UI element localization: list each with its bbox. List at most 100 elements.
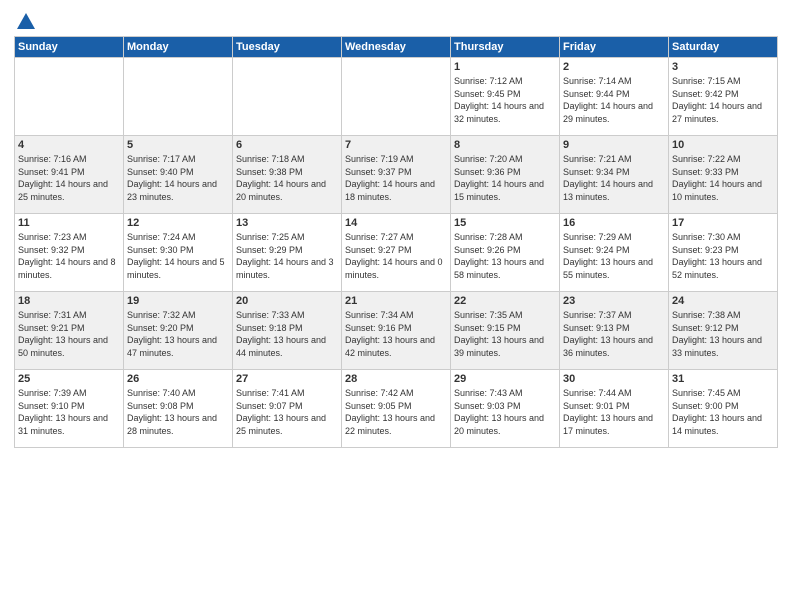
- header: [14, 10, 778, 28]
- sunset-label: Sunset: 9:27 PM: [345, 245, 412, 255]
- calendar-cell: 3 Sunrise: 7:15 AM Sunset: 9:42 PM Dayli…: [669, 58, 778, 136]
- calendar-cell: 22 Sunrise: 7:35 AM Sunset: 9:15 PM Dayl…: [451, 292, 560, 370]
- sunset-label: Sunset: 9:44 PM: [563, 89, 630, 99]
- sunrise-label: Sunrise: 7:39 AM: [18, 388, 87, 398]
- sunset-label: Sunset: 9:32 PM: [18, 245, 85, 255]
- logo-icon: [15, 10, 37, 32]
- sunrise-label: Sunrise: 7:40 AM: [127, 388, 196, 398]
- day-number: 6: [236, 139, 338, 151]
- day-number: 14: [345, 217, 447, 229]
- day-info: Sunrise: 7:12 AM Sunset: 9:45 PM Dayligh…: [454, 75, 556, 125]
- day-info: Sunrise: 7:45 AM Sunset: 9:00 PM Dayligh…: [672, 387, 774, 437]
- calendar-cell: 19 Sunrise: 7:32 AM Sunset: 9:20 PM Dayl…: [124, 292, 233, 370]
- day-number: 17: [672, 217, 774, 229]
- daylight-label: Daylight: 14 hours and 29 minutes.: [563, 101, 653, 124]
- calendar-cell: 17 Sunrise: 7:30 AM Sunset: 9:23 PM Dayl…: [669, 214, 778, 292]
- page: SundayMondayTuesdayWednesdayThursdayFrid…: [0, 0, 792, 612]
- day-number: 11: [18, 217, 120, 229]
- sunrise-label: Sunrise: 7:44 AM: [563, 388, 632, 398]
- calendar-cell: 11 Sunrise: 7:23 AM Sunset: 9:32 PM Dayl…: [15, 214, 124, 292]
- calendar-cell: 13 Sunrise: 7:25 AM Sunset: 9:29 PM Dayl…: [233, 214, 342, 292]
- day-info: Sunrise: 7:19 AM Sunset: 9:37 PM Dayligh…: [345, 153, 447, 203]
- sunrise-label: Sunrise: 7:45 AM: [672, 388, 741, 398]
- daylight-label: Daylight: 13 hours and 39 minutes.: [454, 335, 544, 358]
- sunset-label: Sunset: 9:15 PM: [454, 323, 521, 333]
- calendar-cell: 23 Sunrise: 7:37 AM Sunset: 9:13 PM Dayl…: [560, 292, 669, 370]
- sunrise-label: Sunrise: 7:43 AM: [454, 388, 523, 398]
- sunset-label: Sunset: 9:18 PM: [236, 323, 303, 333]
- calendar-cell: 6 Sunrise: 7:18 AM Sunset: 9:38 PM Dayli…: [233, 136, 342, 214]
- daylight-label: Daylight: 14 hours and 13 minutes.: [563, 179, 653, 202]
- sunrise-label: Sunrise: 7:16 AM: [18, 154, 87, 164]
- sunrise-label: Sunrise: 7:20 AM: [454, 154, 523, 164]
- day-info: Sunrise: 7:38 AM Sunset: 9:12 PM Dayligh…: [672, 309, 774, 359]
- sunrise-label: Sunrise: 7:23 AM: [18, 232, 87, 242]
- day-info: Sunrise: 7:42 AM Sunset: 9:05 PM Dayligh…: [345, 387, 447, 437]
- calendar: SundayMondayTuesdayWednesdayThursdayFrid…: [14, 36, 778, 448]
- daylight-label: Daylight: 13 hours and 50 minutes.: [18, 335, 108, 358]
- daylight-label: Daylight: 13 hours and 55 minutes.: [563, 257, 653, 280]
- day-number: 5: [127, 139, 229, 151]
- calendar-cell: 14 Sunrise: 7:27 AM Sunset: 9:27 PM Dayl…: [342, 214, 451, 292]
- daylight-label: Daylight: 13 hours and 52 minutes.: [672, 257, 762, 280]
- sunset-label: Sunset: 9:08 PM: [127, 401, 194, 411]
- daylight-label: Daylight: 14 hours and 3 minutes.: [236, 257, 334, 280]
- sunset-label: Sunset: 9:33 PM: [672, 167, 739, 177]
- day-number: 15: [454, 217, 556, 229]
- daylight-label: Daylight: 14 hours and 32 minutes.: [454, 101, 544, 124]
- day-number: 29: [454, 373, 556, 385]
- daylight-label: Daylight: 14 hours and 10 minutes.: [672, 179, 762, 202]
- calendar-cell: [15, 58, 124, 136]
- sunrise-label: Sunrise: 7:31 AM: [18, 310, 87, 320]
- sunrise-label: Sunrise: 7:27 AM: [345, 232, 414, 242]
- day-info: Sunrise: 7:35 AM Sunset: 9:15 PM Dayligh…: [454, 309, 556, 359]
- day-number: 26: [127, 373, 229, 385]
- day-info: Sunrise: 7:18 AM Sunset: 9:38 PM Dayligh…: [236, 153, 338, 203]
- logo: [14, 10, 38, 28]
- day-number: 20: [236, 295, 338, 307]
- sunrise-label: Sunrise: 7:17 AM: [127, 154, 196, 164]
- day-number: 24: [672, 295, 774, 307]
- day-info: Sunrise: 7:40 AM Sunset: 9:08 PM Dayligh…: [127, 387, 229, 437]
- sunrise-label: Sunrise: 7:18 AM: [236, 154, 305, 164]
- sunset-label: Sunset: 9:00 PM: [672, 401, 739, 411]
- sunrise-label: Sunrise: 7:33 AM: [236, 310, 305, 320]
- calendar-cell: 26 Sunrise: 7:40 AM Sunset: 9:08 PM Dayl…: [124, 370, 233, 448]
- sunrise-label: Sunrise: 7:22 AM: [672, 154, 741, 164]
- calendar-cell: 29 Sunrise: 7:43 AM Sunset: 9:03 PM Dayl…: [451, 370, 560, 448]
- day-info: Sunrise: 7:24 AM Sunset: 9:30 PM Dayligh…: [127, 231, 229, 281]
- day-number: 13: [236, 217, 338, 229]
- sunrise-label: Sunrise: 7:34 AM: [345, 310, 414, 320]
- day-number: 12: [127, 217, 229, 229]
- daylight-label: Daylight: 13 hours and 20 minutes.: [454, 413, 544, 436]
- weekday-header: Saturday: [669, 37, 778, 58]
- calendar-cell: 28 Sunrise: 7:42 AM Sunset: 9:05 PM Dayl…: [342, 370, 451, 448]
- day-number: 27: [236, 373, 338, 385]
- sunrise-label: Sunrise: 7:21 AM: [563, 154, 632, 164]
- day-info: Sunrise: 7:27 AM Sunset: 9:27 PM Dayligh…: [345, 231, 447, 281]
- calendar-header-row: SundayMondayTuesdayWednesdayThursdayFrid…: [15, 37, 778, 58]
- sunset-label: Sunset: 9:10 PM: [18, 401, 85, 411]
- daylight-label: Daylight: 13 hours and 22 minutes.: [345, 413, 435, 436]
- day-info: Sunrise: 7:22 AM Sunset: 9:33 PM Dayligh…: [672, 153, 774, 203]
- day-info: Sunrise: 7:16 AM Sunset: 9:41 PM Dayligh…: [18, 153, 120, 203]
- day-number: 23: [563, 295, 665, 307]
- day-info: Sunrise: 7:44 AM Sunset: 9:01 PM Dayligh…: [563, 387, 665, 437]
- day-number: 28: [345, 373, 447, 385]
- day-info: Sunrise: 7:29 AM Sunset: 9:24 PM Dayligh…: [563, 231, 665, 281]
- daylight-label: Daylight: 13 hours and 14 minutes.: [672, 413, 762, 436]
- daylight-label: Daylight: 13 hours and 44 minutes.: [236, 335, 326, 358]
- day-number: 16: [563, 217, 665, 229]
- calendar-row: 4 Sunrise: 7:16 AM Sunset: 9:41 PM Dayli…: [15, 136, 778, 214]
- daylight-label: Daylight: 14 hours and 18 minutes.: [345, 179, 435, 202]
- sunset-label: Sunset: 9:07 PM: [236, 401, 303, 411]
- sunset-label: Sunset: 9:24 PM: [563, 245, 630, 255]
- sunset-label: Sunset: 9:13 PM: [563, 323, 630, 333]
- sunrise-label: Sunrise: 7:32 AM: [127, 310, 196, 320]
- sunset-label: Sunset: 9:40 PM: [127, 167, 194, 177]
- day-info: Sunrise: 7:17 AM Sunset: 9:40 PM Dayligh…: [127, 153, 229, 203]
- daylight-label: Daylight: 13 hours and 42 minutes.: [345, 335, 435, 358]
- sunrise-label: Sunrise: 7:35 AM: [454, 310, 523, 320]
- sunset-label: Sunset: 9:26 PM: [454, 245, 521, 255]
- sunrise-label: Sunrise: 7:14 AM: [563, 76, 632, 86]
